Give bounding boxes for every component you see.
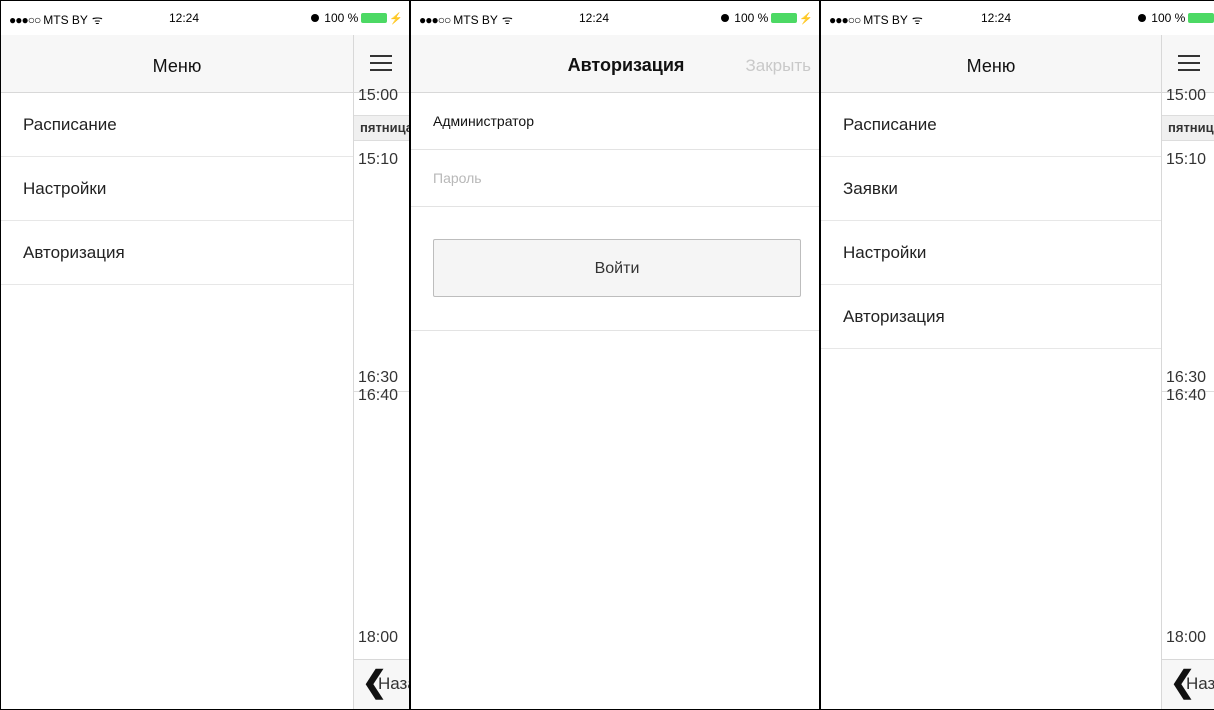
charging-icon: ⚡: [389, 13, 403, 25]
alarm-icon: [1138, 14, 1147, 22]
battery-icon: [1188, 13, 1214, 23]
back-bar[interactable]: ❮Назад: [354, 659, 409, 709]
alarm-icon: [721, 14, 730, 22]
schedule-view-behind[interactable]: 15:00 пятница 15:10 16:30 16:40 18:00 ❮Н…: [353, 35, 409, 709]
time-slot: 16:40: [1166, 387, 1207, 404]
schedule-header: [354, 35, 409, 93]
menu-item-settings[interactable]: Настройки: [1, 157, 353, 221]
menu-item-auth[interactable]: Авторизация: [1, 221, 353, 285]
wifi-icon: ᯤ: [91, 13, 103, 27]
back-label[interactable]: Назад: [1186, 674, 1214, 694]
alarm-icon: [311, 14, 320, 22]
clock: 12:24: [981, 11, 1012, 25]
wifi-icon: ᯤ: [911, 13, 923, 27]
carrier-info: ●●●○○ MTS BY ᯤ: [419, 11, 513, 28]
status-bar: ●●●○○MTS BYᯤ 12:24 100 %⚡: [821, 1, 1214, 35]
time-slot: 16:40: [358, 387, 399, 404]
password-field[interactable]: Пароль: [411, 150, 819, 207]
side-menu: Меню Расписание Заявки Настройки Авториз…: [821, 35, 1161, 709]
time-slot: 18:00: [358, 629, 399, 646]
menu-title: Меню: [1, 35, 353, 93]
carrier-info: ●●●○○ MTS BY ᯤ: [9, 11, 103, 28]
phone-screen-menu-authorized: ●●●○○MTS BYᯤ 12:24 100 %⚡ Меню Расписани…: [820, 0, 1214, 710]
wifi-icon: ᯤ: [501, 13, 513, 27]
auth-nav-bar: Авторизация Закрыть: [411, 35, 819, 93]
phone-screen-menu: ●●●○○ MTS BY ᯤ 12:24 100 % ⚡ Меню Расписани…: [0, 0, 410, 710]
carrier-info: ●●●○○ MTS BY ᯤ: [829, 11, 923, 28]
battery-percent: 100 %: [1151, 11, 1186, 25]
menu-item-auth[interactable]: Авторизация: [821, 285, 1161, 349]
login-button[interactable]: Войти: [433, 239, 801, 297]
battery-status: 100 % ⚡: [721, 11, 813, 25]
battery-icon: [771, 13, 798, 23]
carrier-label: MTS BY: [453, 13, 498, 27]
battery-status: 100 % ⚡: [311, 11, 403, 25]
status-bar: ●●●○○MTS BYᯤ 12:24 100 % ⚡: [411, 1, 819, 35]
menu-item-schedule[interactable]: Расписание: [821, 93, 1161, 157]
time-slot: 16:30: [358, 369, 399, 386]
login-section: Войти: [411, 207, 819, 331]
time-slot: 18:00: [1166, 629, 1207, 646]
time-slot: 15:10: [358, 151, 399, 168]
signal-dots-icon: ●●●○○: [419, 13, 451, 27]
side-menu: Меню Расписание Настройки Авторизация: [1, 35, 353, 709]
username-field[interactable]: Администратор: [411, 93, 819, 150]
signal-dots-icon: ●●●○○: [829, 13, 861, 27]
close-button[interactable]: Закрыть: [746, 56, 811, 76]
time-slot: 15:00: [358, 87, 399, 104]
battery-percent: 100 %: [324, 11, 359, 25]
time-slot: 16:30: [1166, 369, 1207, 386]
menu-item-schedule[interactable]: Расписание: [1, 93, 353, 157]
menu-item-requests[interactable]: Заявки: [821, 157, 1161, 221]
carrier-label: MTS BY: [863, 13, 908, 27]
clock: 12:24: [169, 11, 200, 25]
schedule-header: [1162, 35, 1214, 93]
charging-icon: ⚡: [799, 13, 813, 25]
battery-status: 100 %⚡: [1138, 11, 1214, 25]
day-header: пятница: [354, 115, 409, 141]
back-label[interactable]: Назад: [378, 674, 409, 694]
clock: 12:24: [579, 11, 610, 25]
menu-title: Меню: [821, 35, 1161, 93]
menu-item-settings[interactable]: Настройки: [821, 221, 1161, 285]
day-header: пятница: [1162, 115, 1214, 141]
battery-icon: [361, 13, 388, 23]
time-slot: 15:00: [1166, 87, 1207, 104]
carrier-label: MTS BY: [43, 13, 88, 27]
status-bar: ●●●○○MTS BYᯤ 12:24 100 % ⚡: [1, 1, 409, 35]
back-bar[interactable]: ❮Назад: [1162, 659, 1214, 709]
signal-dots-icon: ●●●○○: [9, 13, 41, 27]
schedule-view-behind[interactable]: 15:00 пятница 15:10 16:30 16:40 18:00 ❮Н…: [1161, 35, 1214, 709]
battery-percent: 100 %: [734, 11, 769, 25]
phone-screen-auth: ●●●○○ MTS BY ᯤ 12:24 100 % ⚡ Авторизация За…: [410, 0, 820, 710]
hamburger-menu-icon[interactable]: [1178, 55, 1200, 71]
hamburger-menu-icon[interactable]: [370, 55, 392, 71]
time-slot: 15:10: [1166, 151, 1207, 168]
